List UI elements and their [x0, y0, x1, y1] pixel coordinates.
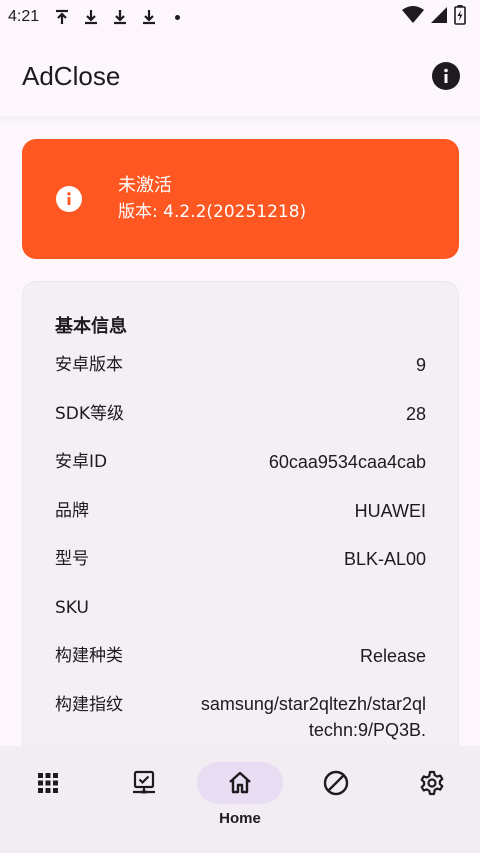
- info-row-build-type: 构建种类 Release: [55, 644, 426, 693]
- app-title: AdClose: [22, 60, 121, 91]
- activation-status-card[interactable]: 未激活 版本: 4.2.2(20251218): [22, 139, 459, 259]
- info-row-key: SDK等级: [55, 403, 125, 424]
- download-icon: [140, 8, 158, 26]
- info-row-android-version: 安卓版本 9: [55, 353, 426, 402]
- info-row-key: 构建种类: [55, 646, 123, 666]
- info-row-key: 安卓版本: [55, 355, 123, 375]
- info-row-key: 型号: [55, 549, 89, 569]
- monitor-check-icon: [101, 762, 187, 804]
- info-row-sku: SKU: [55, 596, 426, 645]
- nav-item-block[interactable]: [288, 762, 384, 804]
- app-bar-shadow: [0, 116, 480, 126]
- info-row-key: 构建指纹: [55, 694, 123, 715]
- download-icon: [82, 8, 100, 26]
- nav-label-home: Home: [219, 810, 261, 827]
- download-icon: [111, 8, 129, 26]
- signal-icon: [430, 6, 448, 28]
- nav-item-apps[interactable]: [0, 762, 96, 804]
- nav-item-monitor[interactable]: [96, 762, 192, 804]
- info-row-value: 60caa9534caa4cab: [268, 452, 426, 472]
- nav-item-home[interactable]: Home: [192, 762, 288, 827]
- status-time: 4:21: [8, 8, 40, 25]
- bottom-navigation: Home: [0, 746, 480, 853]
- info-row-value: Release: [359, 646, 426, 666]
- info-row-value: BLK-AL00: [343, 549, 426, 569]
- info-card-title: 基本信息: [55, 316, 127, 337]
- info-icon: [56, 186, 82, 212]
- info-row-value: 9: [415, 355, 426, 375]
- info-row-brand: 品牌 HUAWEI: [55, 499, 426, 548]
- info-row-key: 品牌: [55, 500, 89, 521]
- info-row-key: 安卓ID: [55, 452, 108, 472]
- info-row-build-fingerprint: 构建指纹 samsung/star2qltezh/star2qltechn:9/…: [55, 693, 426, 743]
- settings-icon: [389, 762, 475, 804]
- activation-status: 未激活: [118, 175, 172, 196]
- info-row-value: samsung/star2qltezh/star2qltechn:9/PQ3B.: [200, 693, 426, 740]
- home-icon: [197, 762, 283, 804]
- upload-icon: [53, 8, 71, 26]
- app-bar: AdClose: [0, 34, 480, 118]
- status-bar: 4:21: [0, 0, 480, 34]
- notification-dot: [175, 14, 181, 20]
- info-row-value: HUAWEI: [354, 500, 426, 521]
- info-row-android-id: 安卓ID 60caa9534caa4cab: [55, 450, 426, 499]
- apps-grid-icon: [5, 762, 91, 804]
- nav-item-settings[interactable]: [384, 762, 480, 804]
- battery-icon: [454, 5, 466, 29]
- info-row-model: 型号 BLK-AL00: [55, 547, 426, 596]
- info-icon[interactable]: [432, 62, 460, 90]
- block-icon: [293, 762, 379, 804]
- info-row-sdk-level: SDK等级 28: [55, 402, 426, 451]
- wifi-icon: [402, 6, 424, 28]
- status-card-text: 未激活 版本: 4.2.2(20251218): [118, 173, 306, 225]
- info-row-key: SKU: [55, 597, 89, 618]
- app-version: 版本: 4.2.2(20251218): [118, 202, 307, 222]
- basic-info-card: 基本信息 安卓版本 9 SDK等级 28 安卓ID 60caa9534caa4c…: [22, 281, 459, 801]
- info-row-value: 28: [405, 403, 426, 424]
